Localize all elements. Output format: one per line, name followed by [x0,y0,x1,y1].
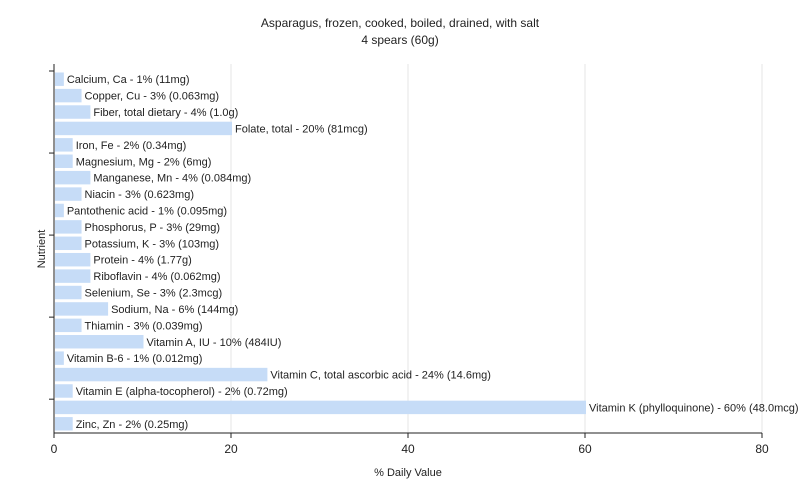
bar-label: Calcium, Ca - 1% (11mg) [67,74,190,86]
bar-label: Riboflavin - 4% (0.062mg) [93,271,220,283]
nutrient-bar-chart: Asparagus, frozen, cooked, boiled, drain… [0,0,800,500]
bar [55,72,64,86]
bar-label: Vitamin A, IU - 10% (484IU) [147,337,282,349]
bar [55,384,73,398]
x-tick-label: 60 [578,442,592,456]
bar-label: Fiber, total dietary - 4% (1.0g) [93,107,238,119]
bar-label: Vitamin K (phylloquinone) - 60% (48.0mcg… [589,402,799,414]
bar [55,170,91,185]
chart-title: Asparagus, frozen, cooked, boiled, drain… [261,16,540,30]
bar [55,252,91,267]
bar-label: Protein - 4% (1.77g) [93,255,191,267]
bar [55,335,144,349]
bar-label: Zinc, Zn - 2% (0.25mg) [76,419,188,431]
bar [55,138,73,152]
y-axis-label: Nutrient [36,230,48,269]
bar [55,187,82,201]
bar [55,236,82,251]
chart-root: Asparagus, frozen, cooked, boiled, drain… [0,0,800,500]
bar-label: Niacin - 3% (0.623mg) [85,189,194,201]
x-tick-label: 80 [755,442,769,456]
bar-label: Folate, total - 20% (81mcg) [235,123,368,135]
bar-label: Phosphorus, P - 3% (29mg) [85,222,221,234]
bar-label: Copper, Cu - 3% (0.063mg) [85,91,220,103]
bar-label: Vitamin E (alpha-tocopherol) - 2% (0.72m… [76,386,288,398]
bar [55,105,91,119]
bar [55,88,82,103]
x-tick-label: 0 [51,442,58,456]
x-axis-label: % Daily Value [374,467,442,479]
bar [55,417,73,431]
bar-label: Vitamin C, total ascorbic acid - 24% (14… [270,370,491,382]
bar [55,220,82,234]
bar-label: Magnesium, Mg - 2% (6mg) [76,156,212,168]
bar [55,367,268,382]
bar [55,351,64,365]
bar [55,203,64,218]
bar [55,318,82,333]
bar-label: Pantothenic acid - 1% (0.095mg) [67,205,227,217]
bar [55,302,109,316]
x-tick-label: 40 [401,442,415,456]
bar [55,269,91,283]
bar-label: Sodium, Na - 6% (144mg) [111,304,238,316]
bar-label: Vitamin B-6 - 1% (0.012mg) [67,353,203,365]
bar-label: Manganese, Mn - 4% (0.084mg) [93,173,251,185]
bar-label: Potassium, K - 3% (103mg) [85,238,220,250]
x-tick-label: 20 [224,442,238,456]
chart-subtitle: 4 spears (60g) [361,33,438,47]
bar [55,285,82,300]
bar [55,400,586,415]
bar-label: Selenium, Se - 3% (2.3mcg) [85,288,223,300]
bar-label: Thiamin - 3% (0.039mg) [85,320,203,332]
bar [55,121,232,136]
bar [55,154,73,168]
bar-label: Iron, Fe - 2% (0.34mg) [76,140,187,152]
